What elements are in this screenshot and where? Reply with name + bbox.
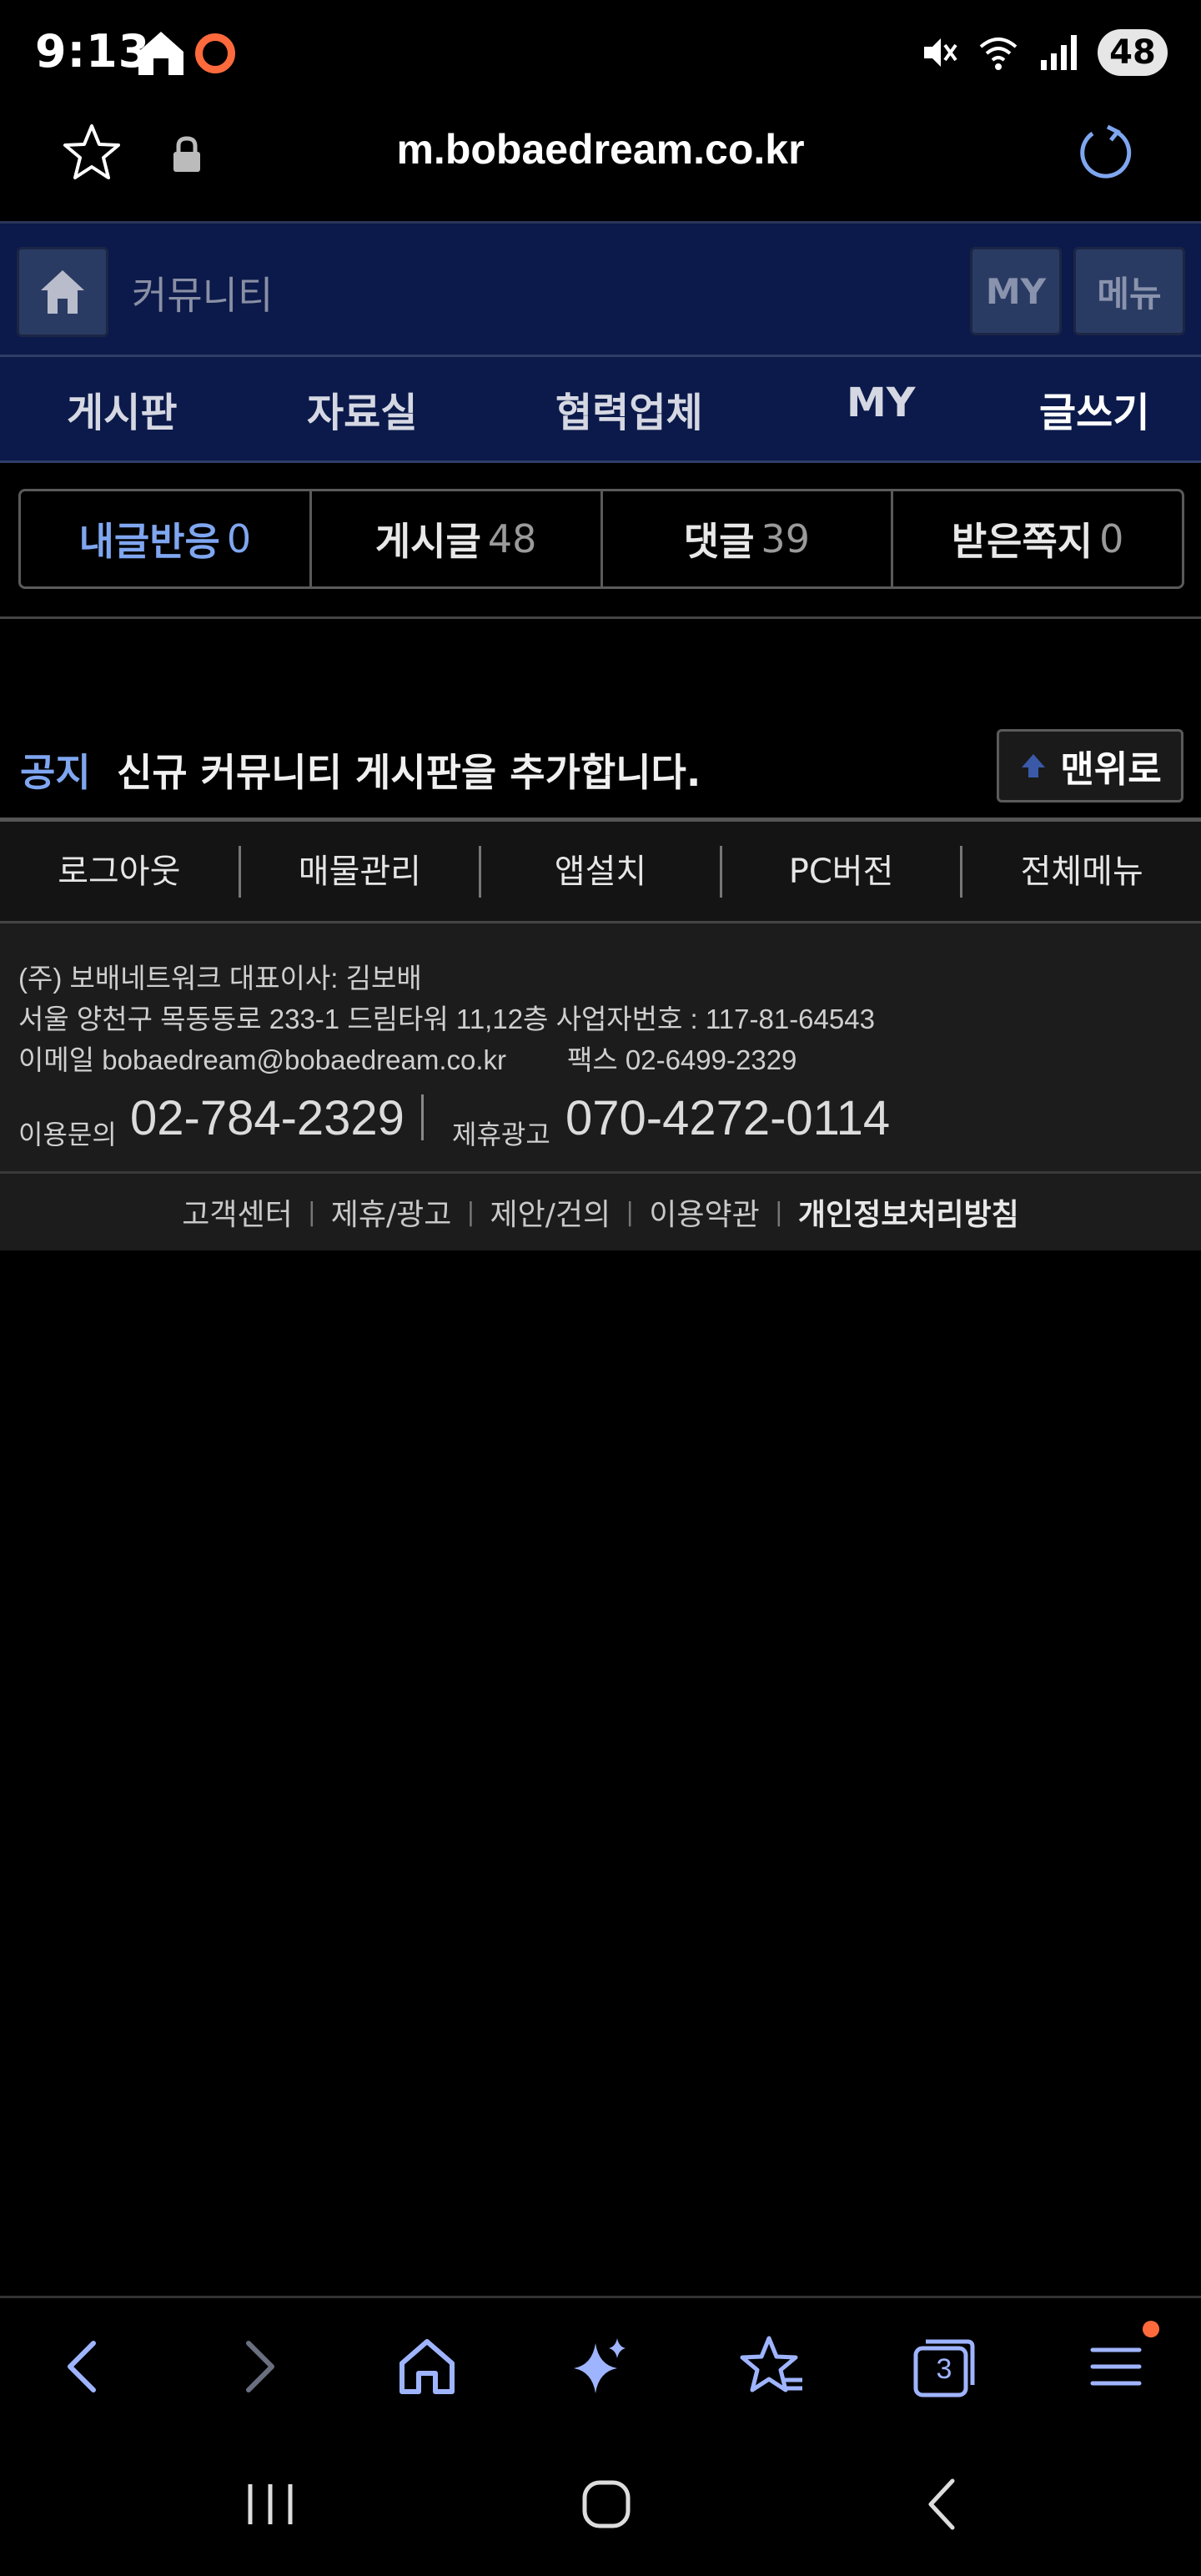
home-icon [41, 270, 84, 314]
back-nav-icon[interactable] [907, 2469, 977, 2539]
count-reactions[interactable]: 내글반응 0 [21, 491, 312, 586]
separator: | [307, 1197, 316, 1227]
company-address: 서울 양천구 목동동로 233-1 드림타워 11,12층 사업자번호 : 11… [18, 1004, 875, 1034]
url-text[interactable]: m.bobaedream.co.kr [0, 125, 1201, 174]
suggestion-link[interactable]: 제안/건의 [490, 1190, 611, 1234]
activity-counts: 내글반응 0 게시글 48 댓글 39 받은쪽지 0 [18, 489, 1184, 589]
count-value: 39 [761, 516, 810, 561]
pc-version-link[interactable]: PC버전 [722, 845, 963, 898]
reload-icon[interactable] [1076, 123, 1136, 184]
count-label: 내글반응 [78, 519, 220, 564]
tab-partners[interactable]: 협력업체 [555, 380, 703, 438]
footer-links: 로그아웃 매물관리 앱설치 PC버전 전체메뉴 [0, 822, 1201, 923]
tab-count: 3 [936, 2353, 952, 2385]
battery-indicator: 48 [1098, 29, 1168, 76]
ad-label: 제휴광고 [452, 1119, 550, 1150]
home-icon[interactable] [392, 2332, 462, 2402]
favorites-icon[interactable] [737, 2332, 807, 2402]
partnership-link[interactable]: 제휴/광고 [331, 1190, 452, 1234]
hamburger-menu-icon[interactable] [1081, 2332, 1151, 2402]
wifi-icon [979, 38, 1018, 70]
status-right-icons: 48 [917, 27, 1168, 78]
company-ceo: (주) 보배네트워크 대표이사: 김보배 [18, 963, 422, 994]
notice-label: 공지 [20, 750, 91, 795]
separator: | [626, 1197, 635, 1227]
listings-link[interactable]: 매물관리 [241, 845, 482, 898]
up-arrow-icon [1022, 754, 1046, 777]
company-fax: 팩스 02-6499-2329 [567, 1044, 797, 1075]
count-label: 받은쪽지 [951, 519, 1093, 564]
separator: | [774, 1197, 783, 1227]
menu-button[interactable]: 메뉴 [1073, 247, 1185, 335]
ring-status-icon [195, 33, 235, 73]
mute-icon [924, 38, 957, 67]
separator: | [466, 1197, 475, 1227]
signal-icon [1041, 35, 1077, 70]
forward-icon[interactable] [224, 2332, 294, 2402]
bottom-links: 고객센터 | 제휴/광고 | 제안/건의 | 이용약관 | 개인정보처리방침 [0, 1174, 1201, 1250]
page-title: 커뮤니티 [132, 273, 274, 318]
tab-board[interactable]: 게시판 [67, 380, 177, 438]
ad-phone[interactable]: 070-4272-0114 [565, 1090, 890, 1146]
all-menu-link[interactable]: 전체메뉴 [962, 846, 1201, 898]
status-time: 9:13 [35, 25, 151, 78]
inquiry-label: 이용문의 [18, 1119, 117, 1150]
notice-text[interactable]: 신규 커뮤니티 게시판을 추가합니다. [117, 742, 701, 797]
count-value: 48 [487, 516, 537, 561]
back-to-top-button[interactable]: 맨위로 [997, 729, 1183, 802]
count-label: 게시글 [374, 519, 481, 564]
count-label: 댓글 [683, 519, 755, 564]
divider [0, 616, 1201, 619]
company-email: 이메일 bobaedream@bobaedream.co.kr [18, 1044, 507, 1075]
notification-dot [1143, 2321, 1159, 2337]
home-button[interactable] [17, 247, 108, 337]
divider [421, 1094, 424, 1140]
sparkle-icon[interactable] [565, 2332, 636, 2402]
customer-center-link[interactable]: 고객센터 [182, 1190, 292, 1234]
count-messages[interactable]: 받은쪽지 0 [893, 491, 1182, 586]
count-value: 0 [226, 516, 252, 561]
logout-link[interactable]: 로그아웃 [0, 845, 241, 898]
back-to-top-label: 맨위로 [1060, 748, 1162, 791]
tab-write[interactable]: 글쓰기 [1039, 380, 1149, 438]
privacy-policy-link[interactable]: 개인정보처리방침 [798, 1190, 1019, 1234]
count-value: 0 [1099, 516, 1124, 561]
recent-apps-icon[interactable] [235, 2469, 305, 2539]
install-app-link[interactable]: 앱설치 [481, 845, 722, 898]
home-status-icon [138, 32, 183, 75]
home-nav-icon[interactable] [571, 2469, 641, 2539]
count-posts[interactable]: 게시글 48 [312, 491, 603, 586]
terms-link[interactable]: 이용약관 [649, 1190, 759, 1234]
inquiry-phone[interactable]: 02-784-2329 [130, 1090, 405, 1146]
my-button[interactable]: MY [970, 247, 1062, 335]
back-icon[interactable] [48, 2332, 118, 2402]
count-comments[interactable]: 댓글 39 [603, 491, 894, 586]
tab-archive[interactable]: 자료실 [307, 380, 417, 438]
tab-my[interactable]: MY [847, 380, 916, 426]
